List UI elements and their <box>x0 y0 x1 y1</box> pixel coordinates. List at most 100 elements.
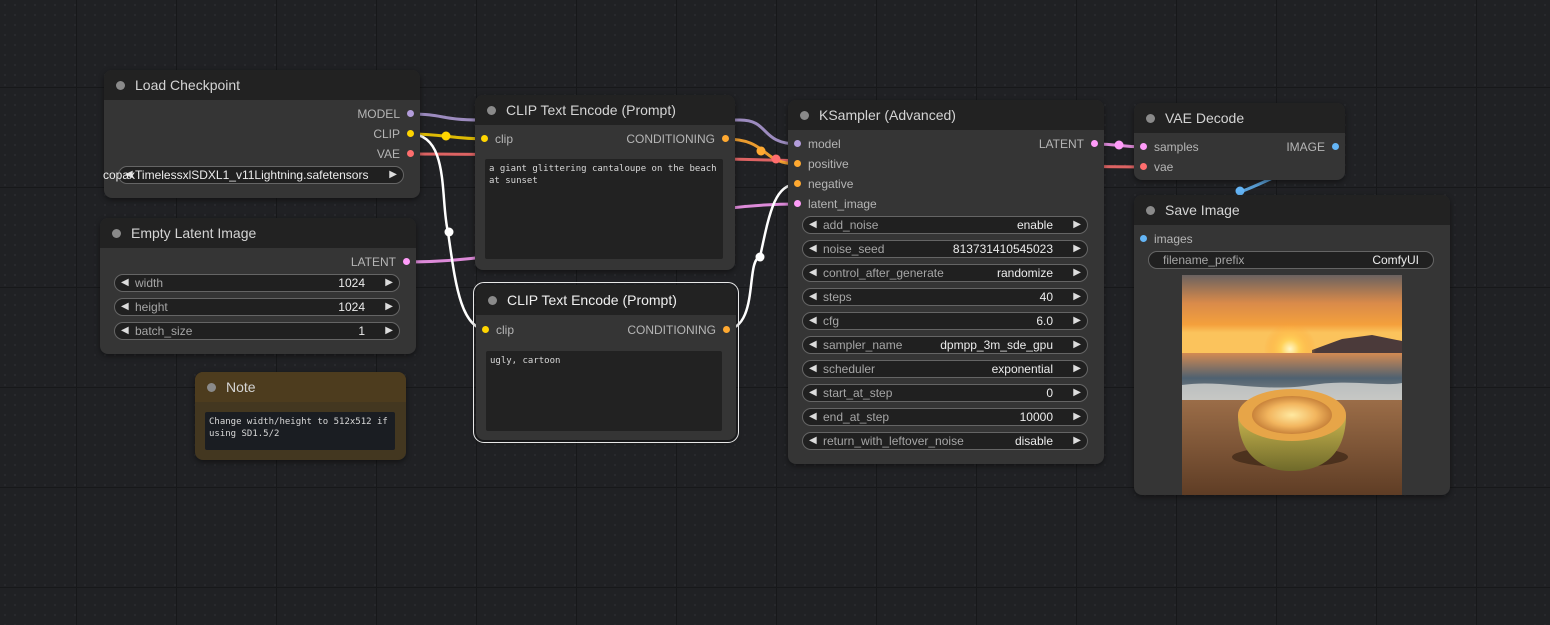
decrement-arrow-icon[interactable]: ◀ <box>121 299 129 315</box>
steps-widget[interactable]: ◀ steps 40 ▶ <box>802 288 1088 306</box>
prompt-textarea[interactable]: ugly, cartoon <box>486 351 722 431</box>
ckpt-name-widget[interactable]: ◀ copaxTimelessxlSDXL1_v11Lightning.safe… <box>103 166 404 184</box>
increment-arrow-icon[interactable]: ▶ <box>1073 265 1081 281</box>
conditioning-socket-icon[interactable] <box>794 160 801 167</box>
input-images[interactable]: images <box>1134 229 1193 249</box>
prompt-textarea[interactable]: a giant glittering cantaloupe on the bea… <box>485 159 723 259</box>
input-clip[interactable]: clip <box>475 129 513 149</box>
collapse-dot-icon[interactable] <box>116 80 125 90</box>
conditioning-socket-icon[interactable] <box>722 135 729 142</box>
node-title-bar[interactable]: Load Checkpoint <box>104 70 420 100</box>
input-clip[interactable]: clip <box>476 320 514 340</box>
latent-socket-icon[interactable] <box>1140 143 1147 150</box>
node-title-bar[interactable]: KSampler (Advanced) <box>788 100 1104 130</box>
decrement-arrow-icon[interactable]: ◀ <box>809 361 817 377</box>
node-title-bar[interactable]: VAE Decode <box>1134 103 1345 133</box>
decrement-arrow-icon[interactable]: ◀ <box>809 385 817 401</box>
decrement-arrow-icon[interactable]: ◀ <box>809 409 817 425</box>
input-positive[interactable]: positive <box>788 154 849 174</box>
increment-arrow-icon[interactable]: ▶ <box>1073 385 1081 401</box>
decrement-arrow-icon[interactable]: ◀ <box>809 337 817 353</box>
collapse-dot-icon[interactable] <box>1146 113 1155 123</box>
latent-socket-icon[interactable] <box>1091 140 1098 147</box>
vae-socket-icon[interactable] <box>1140 163 1147 170</box>
increment-arrow-icon[interactable]: ▶ <box>1073 433 1081 449</box>
output-model[interactable]: MODEL <box>357 104 420 124</box>
clip-text-encode-negative-node[interactable]: CLIP Text Encode (Prompt) clip CONDITION… <box>473 282 739 443</box>
model-socket-icon[interactable] <box>794 140 801 147</box>
node-title-bar[interactable]: CLIP Text Encode (Prompt) <box>475 95 735 125</box>
output-image[interactable]: IMAGE <box>1286 137 1345 157</box>
scheduler-widget[interactable]: ◀ scheduler exponential ▶ <box>802 360 1088 378</box>
increment-arrow-icon[interactable]: ▶ <box>385 299 393 315</box>
output-conditioning[interactable]: CONDITIONING <box>627 320 736 340</box>
input-vae[interactable]: vae <box>1134 157 1173 177</box>
input-latent-image[interactable]: latent_image <box>788 194 877 214</box>
clip-socket-icon[interactable] <box>482 326 489 333</box>
note-node[interactable]: Note Change width/height to 512x512 if u… <box>195 372 406 460</box>
decrement-arrow-icon[interactable]: ◀ <box>809 313 817 329</box>
control-after-generate-widget[interactable]: ◀ control_after_generate randomize ▶ <box>802 264 1088 282</box>
increment-arrow-icon[interactable]: ▶ <box>1073 241 1081 257</box>
node-title-bar[interactable]: Empty Latent Image <box>100 218 416 248</box>
node-title-bar[interactable]: Note <box>195 372 406 402</box>
sampler-name-widget[interactable]: ◀ sampler_name dpmpp_3m_sde_gpu ▶ <box>802 336 1088 354</box>
vae-socket-icon[interactable] <box>407 150 414 157</box>
decrement-arrow-icon[interactable]: ◀ <box>809 265 817 281</box>
collapse-dot-icon[interactable] <box>487 105 496 115</box>
collapse-dot-icon[interactable] <box>800 110 809 120</box>
end-at-step-widget[interactable]: ◀ end_at_step 10000 ▶ <box>802 408 1088 426</box>
output-vae[interactable]: VAE <box>377 144 420 164</box>
ksampler-advanced-node[interactable]: KSampler (Advanced) model positive negat… <box>788 100 1104 464</box>
latent-socket-icon[interactable] <box>403 258 410 265</box>
conditioning-socket-icon[interactable] <box>794 180 801 187</box>
output-latent[interactable]: LATENT <box>1039 134 1104 154</box>
output-clip[interactable]: CLIP <box>373 124 420 144</box>
decrement-arrow-icon[interactable]: ◀ <box>121 323 129 339</box>
load-checkpoint-node[interactable]: Load Checkpoint MODEL CLIP VAE ◀ copaxTi… <box>103 70 420 198</box>
node-title-bar[interactable]: Save Image <box>1134 195 1450 225</box>
clip-text-encode-positive-node[interactable]: CLIP Text Encode (Prompt) clip CONDITION… <box>475 95 735 270</box>
start-at-step-widget[interactable]: ◀ start_at_step 0 ▶ <box>802 384 1088 402</box>
increment-arrow-icon[interactable]: ▶ <box>1073 313 1081 329</box>
decrement-arrow-icon[interactable]: ◀ <box>809 241 817 257</box>
batch-size-widget[interactable]: ◀ batch_size 1 ▶ <box>114 322 400 340</box>
decrement-arrow-icon[interactable]: ◀ <box>809 433 817 449</box>
input-samples[interactable]: samples <box>1134 137 1199 157</box>
collapse-dot-icon[interactable] <box>112 228 121 238</box>
vae-decode-node[interactable]: VAE Decode samples vae IMAGE <box>1134 103 1345 180</box>
image-socket-icon[interactable] <box>1140 235 1147 242</box>
image-socket-icon[interactable] <box>1332 143 1339 150</box>
model-socket-icon[interactable] <box>407 110 414 117</box>
return-with-leftover-noise-widget[interactable]: ◀ return_with_leftover_noise disable ▶ <box>802 432 1088 450</box>
decrement-arrow-icon[interactable]: ◀ <box>809 289 817 305</box>
image-preview[interactable] <box>1182 275 1402 495</box>
node-title-bar[interactable]: CLIP Text Encode (Prompt) <box>476 285 736 315</box>
latent-socket-icon[interactable] <box>794 200 801 207</box>
note-textarea[interactable]: Change width/height to 512x512 if using … <box>205 412 395 450</box>
increment-arrow-icon[interactable]: ▶ <box>1073 217 1081 233</box>
clip-socket-icon[interactable] <box>407 130 414 137</box>
increment-arrow-icon[interactable]: ▶ <box>1073 289 1081 305</box>
output-latent[interactable]: LATENT <box>351 252 416 272</box>
width-widget[interactable]: ◀ width 1024 ▶ <box>114 274 400 292</box>
collapse-dot-icon[interactable] <box>1146 205 1155 215</box>
height-widget[interactable]: ◀ height 1024 ▶ <box>114 298 400 316</box>
add-noise-widget[interactable]: ◀ add_noise enable ▶ <box>802 216 1088 234</box>
increment-arrow-icon[interactable]: ▶ <box>1073 337 1081 353</box>
collapse-dot-icon[interactable] <box>488 295 497 305</box>
collapse-dot-icon[interactable] <box>207 382 216 392</box>
conditioning-socket-icon[interactable] <box>723 326 730 333</box>
decrement-arrow-icon[interactable]: ◀ <box>121 275 129 291</box>
noise-seed-widget[interactable]: ◀ noise_seed 813731410545023 ▶ <box>802 240 1088 258</box>
increment-arrow-icon[interactable]: ▶ <box>385 323 393 339</box>
decrement-arrow-icon[interactable]: ◀ <box>809 217 817 233</box>
input-negative[interactable]: negative <box>788 174 853 194</box>
cfg-widget[interactable]: ◀ cfg 6.0 ▶ <box>802 312 1088 330</box>
increment-arrow-icon[interactable]: ▶ <box>1073 361 1081 377</box>
increment-arrow-icon[interactable]: ▶ <box>1073 409 1081 425</box>
empty-latent-node[interactable]: Empty Latent Image LATENT ◀ width 1024 ▶… <box>100 218 416 354</box>
increment-arrow-icon[interactable]: ▶ <box>385 275 393 291</box>
input-model[interactable]: model <box>788 134 841 154</box>
filename-prefix-widget[interactable]: filename_prefix ComfyUI <box>1148 251 1434 269</box>
